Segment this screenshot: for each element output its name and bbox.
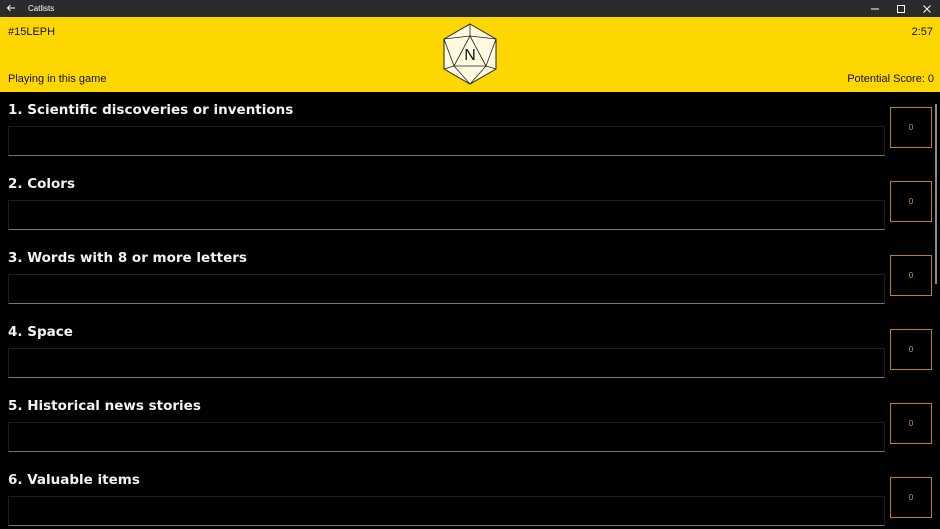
category-item: 4. Space 0 [0, 314, 940, 388]
minimize-icon [871, 8, 879, 10]
category-label: 2. Colors [8, 176, 75, 192]
back-arrow-icon[interactable] [6, 3, 16, 13]
window-title: Catlists [28, 4, 55, 13]
category-item: 5. Historical news stories 0 [0, 388, 940, 462]
category-label: 4. Space [8, 324, 73, 340]
score-box[interactable]: 0 [890, 107, 932, 148]
score-box[interactable]: 0 [890, 255, 932, 296]
game-id: #15LEPH [8, 26, 56, 38]
die-letter: N [464, 47, 476, 64]
score-box[interactable]: 0 [890, 329, 932, 370]
category-list: 1. Scientific discoveries or inventions … [0, 92, 940, 529]
maximize-button[interactable] [888, 0, 914, 17]
game-header: #15LEPH 2:57 Playing in this game Potent… [0, 17, 940, 92]
score-box[interactable]: 0 [890, 477, 932, 518]
letter-die-icon: N [443, 23, 497, 85]
category-item: 6. Valuable items 0 [0, 462, 940, 529]
answer-input[interactable] [8, 348, 885, 378]
close-button[interactable] [914, 0, 940, 17]
category-label: 1. Scientific discoveries or inventions [8, 102, 294, 118]
category-item: 3. Words with 8 or more letters 0 [0, 240, 940, 314]
score-box[interactable]: 0 [890, 403, 932, 444]
potential-score: Potential Score: 0 [847, 73, 934, 85]
title-bar: Catlists [0, 0, 940, 17]
maximize-icon [897, 5, 905, 13]
category-label: 3. Words with 8 or more letters [8, 250, 247, 266]
potential-score-value: 0 [927, 73, 934, 85]
score-box[interactable]: 0 [890, 181, 932, 222]
minimize-button[interactable] [862, 0, 888, 17]
potential-score-label: Potential Score: [847, 73, 925, 85]
game-status: Playing in this game [8, 73, 107, 85]
close-icon [923, 5, 931, 13]
category-label: 5. Historical news stories [8, 398, 201, 414]
answer-input[interactable] [8, 274, 885, 304]
answer-input[interactable] [8, 496, 885, 526]
answer-input[interactable] [8, 126, 885, 156]
answer-input[interactable] [8, 422, 885, 452]
scrollbar[interactable] [935, 104, 937, 284]
answer-input[interactable] [8, 200, 885, 230]
category-item: 2. Colors 0 [0, 166, 940, 240]
category-label: 6. Valuable items [8, 472, 140, 488]
category-item: 1. Scientific discoveries or inventions … [0, 92, 940, 166]
countdown-timer: 2:57 [911, 26, 933, 38]
